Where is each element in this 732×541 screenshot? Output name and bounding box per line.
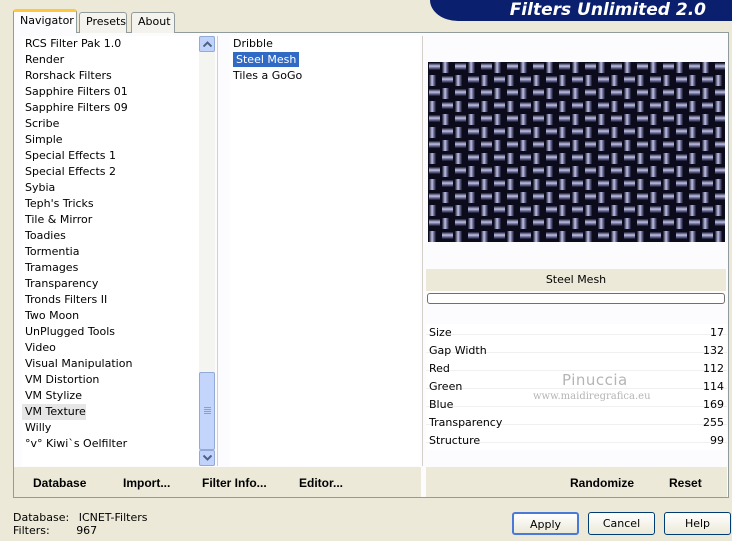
parameter-value: 169 [703,398,724,411]
category-item[interactable]: Sapphire Filters 01 [22,84,199,100]
parameter-value: 99 [710,434,724,447]
parameter-value: 255 [703,416,724,429]
category-item[interactable]: Sybia [22,180,199,196]
category-item[interactable]: Rorshack Filters [22,68,199,84]
filter-item-label: Steel Mesh [233,52,300,67]
filters-status-label: Filters: [13,524,50,537]
parameter-value: 132 [703,344,724,357]
parameter-name: Green [429,380,463,393]
watermark-name: Pinuccia [562,371,628,389]
tab-navigator[interactable]: Navigator [13,9,77,33]
import-button[interactable]: Import... [123,476,170,490]
parameter-name: Transparency [429,416,503,429]
chevron-up-icon [202,41,212,47]
category-item[interactable]: Tronds Filters II [22,292,199,308]
category-item[interactable]: VM Distortion [22,372,199,388]
parameter-row[interactable]: Structure 99 [426,432,727,450]
filters-status-value: 967 [76,524,98,537]
parameter-value: 17 [710,326,724,339]
watermark-url: www.maidiregrafica.eu [533,391,651,402]
help-button[interactable]: Help [664,512,731,535]
category-item[interactable]: Two Moon [22,308,199,324]
category-item[interactable]: RCS Filter Pak 1.0 [22,36,199,52]
category-item[interactable]: Scribe [22,116,199,132]
parameter-row[interactable]: Gap Width 132 [426,342,727,360]
scrollbar-thumb[interactable] [199,372,215,450]
parameter-row[interactable]: Size 17 [426,324,727,342]
scroll-up-button[interactable] [199,36,215,52]
slider-track[interactable] [426,406,727,407]
category-item[interactable]: Visual Manipulation [22,356,199,372]
filter-item[interactable]: Dribble [230,36,420,52]
category-list[interactable]: RCS Filter Pak 1.0 Render Rorshack Filters… [22,36,199,466]
filter-name-label: Steel Mesh [426,269,726,291]
filter-list[interactable]: Dribble Steel Mesh Tiles a GoGo [230,36,420,466]
slider-track[interactable] [426,334,727,335]
list-divider [217,36,218,466]
filter-info-button[interactable]: Filter Info... [202,476,267,490]
randomize-button[interactable]: Randomize [570,476,634,490]
category-item[interactable]: Tramages [22,260,199,276]
category-item[interactable]: Video [22,340,199,356]
filter-item[interactable]: Tiles a GoGo [230,68,420,84]
category-item[interactable]: °v° Kiwi`s Oelfilter [22,436,199,452]
filter-item[interactable]: Steel Mesh [230,52,420,68]
category-item[interactable]: Simple [22,132,199,148]
reset-button[interactable]: Reset [669,476,702,490]
category-item[interactable]: Render [22,52,199,68]
category-item[interactable]: Willy [22,420,199,436]
scroll-down-button[interactable] [199,450,215,466]
tab-about[interactable]: About [131,12,175,33]
database-status-value: ICNET-Filters [78,511,148,524]
category-item[interactable]: UnPlugged Tools [22,324,199,340]
filters-status: Filters: 967 [13,524,97,537]
parameter-value: 112 [703,362,724,375]
parameter-name: Size [429,326,452,339]
category-item[interactable]: Tormentia [22,244,199,260]
app-title-banner: Filters Unlimited 2.0 [430,0,732,21]
database-status: Database: ICNET-Filters [13,511,147,524]
category-item[interactable]: VM Stylize [22,388,199,404]
preview-image [428,62,725,242]
filters-unlimited-dialog: Filters Unlimited 2.0 Navigator Presets … [0,0,732,541]
category-item[interactable]: VM Texture [22,404,86,420]
category-item[interactable]: Transparency [22,276,199,292]
parameter-value: 114 [703,380,724,393]
progress-bar [427,293,725,304]
tab-presets[interactable]: Presets [79,12,127,33]
parameter-row[interactable]: Transparency 255 [426,414,727,432]
category-item[interactable]: Special Effects 2 [22,164,199,180]
category-item[interactable]: Toadies [22,228,199,244]
database-status-label: Database: [13,511,70,524]
apply-button[interactable]: Apply [512,512,579,535]
category-item[interactable]: Special Effects 1 [22,148,199,164]
database-button[interactable]: Database [33,476,86,490]
category-item[interactable]: Teph's Tricks [22,196,199,212]
parameter-name: Red [429,362,450,375]
parameter-name: Gap Width [429,344,487,357]
category-scrollbar[interactable] [199,36,215,466]
category-item[interactable]: Sapphire Filters 09 [22,100,199,116]
editor-button[interactable]: Editor... [299,476,343,490]
parameter-name: Blue [429,398,454,411]
category-item[interactable]: Tile & Mirror [22,212,199,228]
cancel-button[interactable]: Cancel [588,512,655,535]
chevron-down-icon [202,455,212,461]
parameter-name: Structure [429,434,481,447]
